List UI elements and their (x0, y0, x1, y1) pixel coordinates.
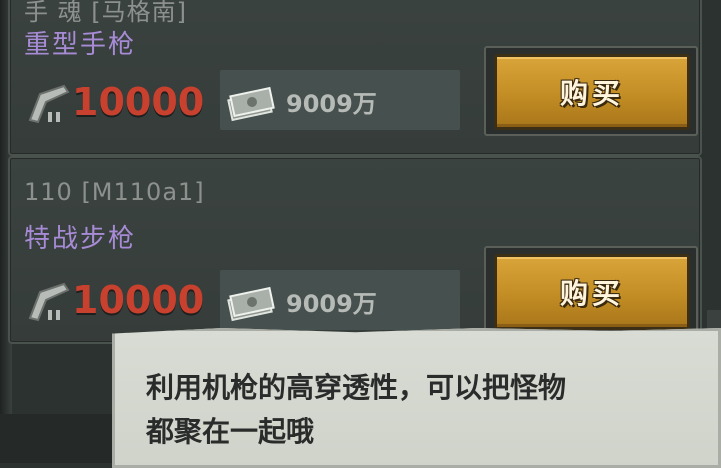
tip-line-2: 都聚在一起哦 (146, 415, 315, 448)
cash-stack-icon (227, 286, 275, 322)
cash-display: 9009万 (220, 270, 460, 330)
shop-item-card: 手 魂 [马格南] 重型手枪 10000 9009万 购买 (8, 0, 702, 156)
shop-item-card: 110 [M110a1] 特战步枪 10000 9009万 购买 (8, 156, 702, 344)
tip-text: 利用机枪的高穿透性，可以把怪物 都聚在一起哦 (146, 366, 686, 454)
weapon-type: 重型手枪 (24, 30, 137, 60)
price-value: 10000 (72, 80, 205, 124)
cash-amount: 9009万 (286, 90, 377, 118)
cash-stack-icon (227, 86, 275, 122)
tip-dialog[interactable]: 利用机枪的高穿透性，可以把怪物 都聚在一起哦 (112, 328, 721, 468)
pistol-ammo-icon (28, 282, 70, 322)
cash-amount: 9009万 (286, 290, 377, 318)
buy-button[interactable]: 购买 (494, 54, 690, 130)
cash-display: 9009万 (220, 70, 460, 130)
buy-button-frame: 购买 (484, 46, 698, 136)
weapon-name: 110 [M110a1] (24, 178, 205, 206)
weapon-name: 手 魂 [马格南] (24, 0, 187, 26)
buy-button[interactable]: 购买 (494, 254, 690, 330)
pistol-ammo-icon (28, 84, 70, 124)
tip-line-1: 利用机枪的高穿透性，可以把怪物 (146, 371, 567, 404)
price-value: 10000 (72, 278, 205, 322)
weapon-type: 特战步枪 (24, 224, 137, 254)
buy-button-frame: 购买 (484, 246, 698, 336)
